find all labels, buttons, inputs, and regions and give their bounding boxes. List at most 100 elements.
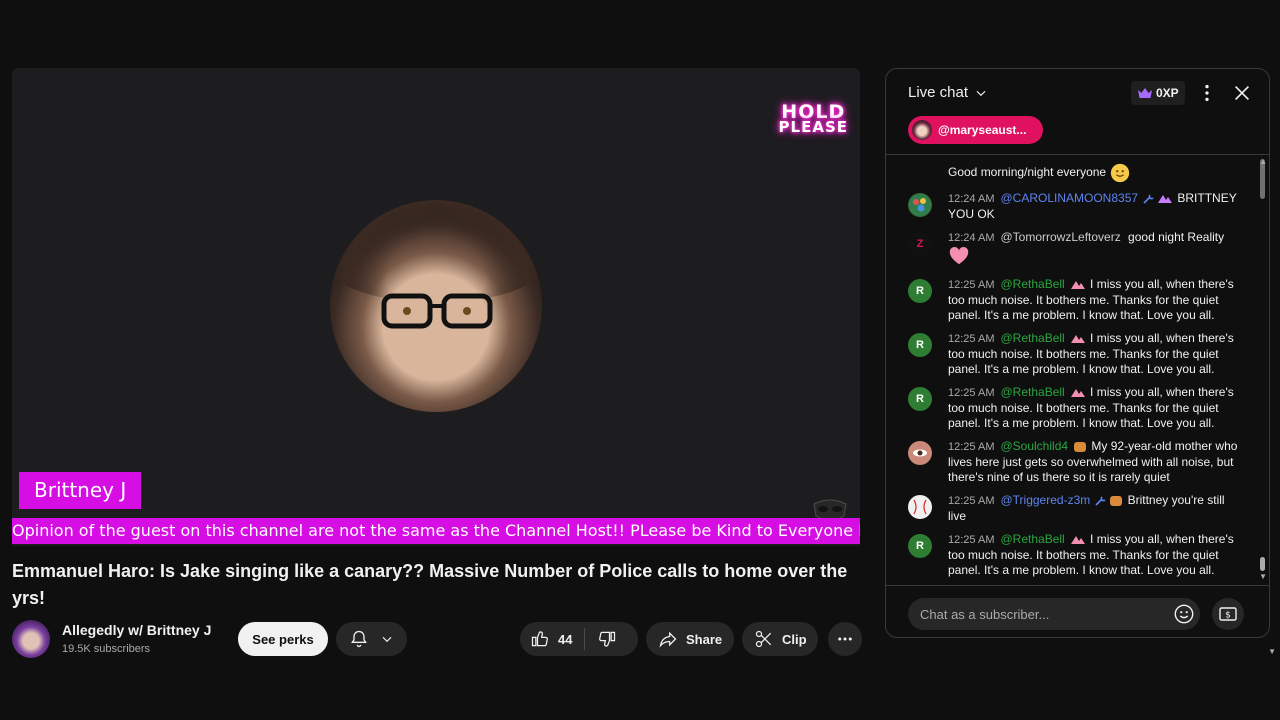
clip-button[interactable]: Clip bbox=[742, 622, 818, 656]
chat-messages[interactable]: Good morning/night everyone 12:24 AM @CAR… bbox=[886, 156, 1269, 586]
member-badge-icon bbox=[1070, 280, 1085, 289]
thumbs-up-icon[interactable] bbox=[530, 629, 550, 649]
member-badge-icon bbox=[1070, 334, 1085, 343]
subscriber-count: 19.5K subscribers bbox=[62, 643, 151, 655]
member-badge-icon bbox=[1074, 441, 1087, 452]
message-text: Good morning/night everyone bbox=[948, 165, 1107, 180]
scroll-down-arrow-icon[interactable]: ▼ bbox=[1259, 572, 1267, 581]
message-author[interactable]: @Triggered-z3m bbox=[1000, 493, 1090, 507]
eye-avatar-icon bbox=[909, 442, 931, 464]
avatar-letter: R bbox=[916, 338, 924, 351]
share-label: Share bbox=[686, 631, 723, 647]
guest-photo bbox=[330, 200, 542, 412]
bell-icon bbox=[351, 630, 368, 648]
member-badge-icon bbox=[1070, 535, 1085, 544]
avatar-letter: R bbox=[916, 539, 924, 552]
page-scroll-down-icon[interactable]: ▼ bbox=[1268, 647, 1276, 656]
pinned-user-chip[interactable]: @maryseaust... bbox=[908, 116, 1043, 144]
author-avatar[interactable]: R bbox=[908, 534, 932, 558]
message-author[interactable]: @RethaBell bbox=[1000, 331, 1064, 345]
thumbs-down-icon[interactable] bbox=[597, 629, 617, 649]
pinned-user-avatar bbox=[912, 120, 932, 140]
more-horizontal-icon bbox=[838, 637, 852, 641]
chat-title: Live chat bbox=[908, 84, 969, 101]
message-author[interactable]: @CAROLINAMOON8357 bbox=[1000, 191, 1138, 205]
author-avatar[interactable]: R bbox=[908, 333, 932, 357]
like-dislike-group: 44 bbox=[520, 622, 638, 656]
chevron-down-icon bbox=[382, 636, 392, 643]
channel-row: Allegedly w/ Brittney J 19.5K subscriber… bbox=[12, 620, 862, 658]
chat-message: R 12:25 AM @RethaBell I miss you all, whe… bbox=[908, 385, 1238, 431]
wrench-icon bbox=[1095, 496, 1106, 506]
globe-avatar-icon bbox=[909, 194, 931, 216]
author-avatar[interactable]: R bbox=[908, 279, 932, 303]
video-title: Emmanuel Haro: Is Jake singing like a ca… bbox=[12, 561, 848, 608]
member-badge-icon bbox=[1070, 388, 1085, 397]
avatar-letter: R bbox=[916, 392, 924, 405]
chat-header: Live chat 0XP @maryseaust... bbox=[886, 69, 1269, 155]
ticker-banner: Opinion of the guest on this channel are… bbox=[12, 518, 860, 544]
message-time: 12:25 AM bbox=[948, 279, 995, 291]
chevron-down-icon bbox=[976, 90, 986, 96]
message-time: 12:25 AM bbox=[948, 441, 995, 453]
chat-message: 12:25 AM @Soulchild4 My 92-year-old mothe… bbox=[908, 439, 1238, 485]
message-time: 12:25 AM bbox=[948, 495, 995, 507]
video-player[interactable]: HOLD PLEASE Brittney J Opinion of the gu… bbox=[12, 68, 860, 546]
wrench-icon bbox=[1143, 194, 1154, 204]
channel-name[interactable]: Allegedly w/ Brittney J bbox=[62, 622, 211, 638]
message-author[interactable]: @RethaBell bbox=[1000, 532, 1064, 546]
xp-value: 0XP bbox=[1156, 86, 1179, 100]
message-time: 12:24 AM bbox=[948, 232, 995, 244]
chat-mode-selector[interactable]: Live chat bbox=[908, 84, 988, 101]
chat-footer: $ bbox=[886, 585, 1269, 637]
message-text: good night Reality bbox=[1128, 230, 1225, 244]
author-avatar[interactable]: Z bbox=[908, 232, 932, 256]
like-divider bbox=[584, 628, 586, 650]
author-avatar[interactable] bbox=[908, 495, 932, 519]
message-time: 12:25 AM bbox=[948, 333, 995, 345]
glasses-graphic bbox=[381, 293, 493, 329]
message-time: 12:25 AM bbox=[948, 534, 995, 546]
more-actions-button[interactable] bbox=[828, 622, 862, 656]
xp-badge[interactable]: 0XP bbox=[1131, 81, 1185, 105]
author-avatar[interactable] bbox=[908, 441, 932, 465]
chat-message: Good morning/night everyone bbox=[908, 162, 1238, 184]
chat-message: 12:25 AM @Triggered-z3m Brittney you're s… bbox=[908, 493, 1238, 524]
author-avatar[interactable] bbox=[908, 193, 932, 217]
message-author[interactable]: @Soulchild4 bbox=[1000, 439, 1068, 453]
avatar-letter: R bbox=[916, 284, 924, 297]
share-button[interactable]: Share bbox=[646, 622, 734, 656]
member-badge-icon bbox=[1158, 194, 1173, 203]
chat-message: 12:24 AM @CAROLINAMOON8357 BRITTNEY YOU O… bbox=[908, 191, 1238, 222]
more-vertical-icon[interactable] bbox=[1196, 82, 1218, 104]
chat-message: R 12:25 AM @RethaBell I miss you all, whe… bbox=[908, 277, 1238, 323]
chat-message: R 12:25 AM @RethaBell I miss you all, whe… bbox=[908, 331, 1238, 377]
see-perks-button[interactable]: See perks bbox=[238, 622, 328, 656]
chat-input[interactable] bbox=[908, 598, 1200, 630]
close-icon[interactable] bbox=[1231, 82, 1253, 104]
super-chat-button[interactable]: $ bbox=[1212, 598, 1244, 630]
hugging-face-emoji-icon bbox=[1111, 163, 1130, 183]
channel-avatar[interactable] bbox=[12, 620, 50, 658]
scroll-up-arrow-icon[interactable]: ▲ bbox=[1259, 157, 1267, 166]
lower-third-name-tag: Brittney J bbox=[19, 472, 142, 509]
pink-heart-emoji-icon bbox=[949, 246, 969, 265]
emoji-picker-icon[interactable] bbox=[1173, 603, 1195, 625]
dollar-bill-icon: $ bbox=[1219, 607, 1237, 621]
pinned-user-name: @maryseaust... bbox=[938, 123, 1027, 137]
see-perks-label: See perks bbox=[252, 631, 314, 647]
message-time: 12:25 AM bbox=[948, 387, 995, 399]
scissors-icon bbox=[755, 630, 772, 648]
chat-message: Z 12:24 AM @TomorrowzLeftoverz good night… bbox=[908, 230, 1238, 266]
notifications-button[interactable] bbox=[336, 622, 407, 656]
message-author[interactable]: @RethaBell bbox=[1000, 277, 1064, 291]
author-avatar[interactable]: R bbox=[908, 387, 932, 411]
chat-scroll-indicator[interactable] bbox=[1260, 557, 1265, 571]
baseball-avatar-icon bbox=[909, 496, 931, 518]
avatar-letter: Z bbox=[916, 237, 924, 250]
chat-message: R 12:25 AM @RethaBell I miss you all, whe… bbox=[908, 532, 1238, 578]
hold-please-badge: HOLD PLEASE bbox=[778, 101, 848, 137]
message-author[interactable]: @TomorrowzLeftoverz bbox=[1000, 230, 1120, 244]
message-author[interactable]: @RethaBell bbox=[1000, 385, 1064, 399]
clip-label: Clip bbox=[782, 631, 807, 647]
